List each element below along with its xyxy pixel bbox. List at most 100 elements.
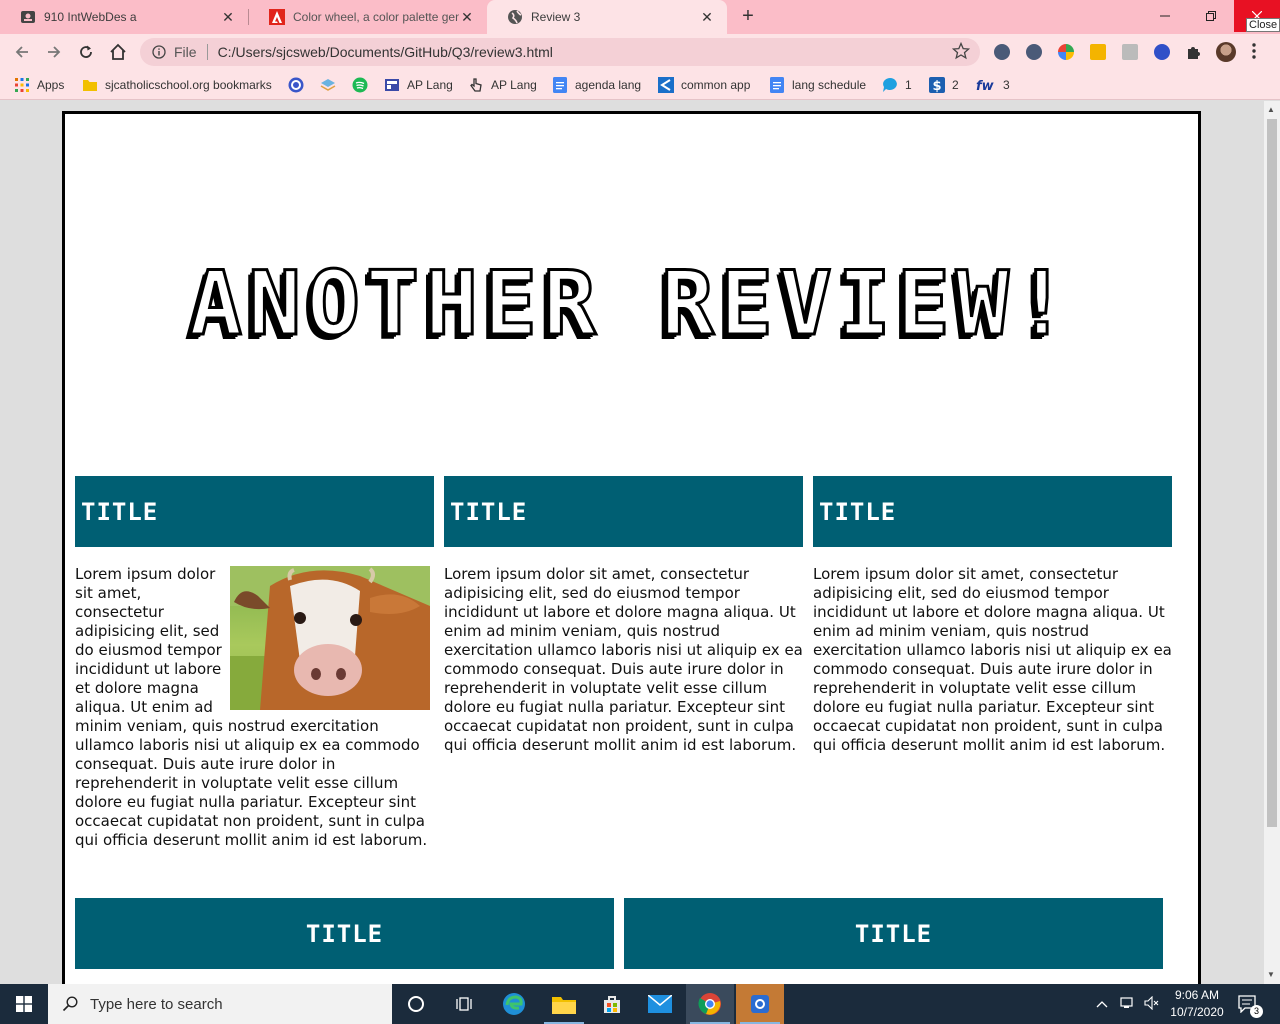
bookmark-common-app[interactable]: common app [658, 77, 750, 93]
clock-date: 10/7/2020 [1170, 1005, 1224, 1019]
task-view-button[interactable] [440, 984, 488, 1024]
system-tray [1096, 984, 1160, 1024]
bookmark-label: agenda lang [575, 78, 642, 92]
taskbar-chrome[interactable] [686, 984, 734, 1024]
chevron-up-icon[interactable] [1096, 997, 1108, 1011]
apps-grid-icon [14, 77, 30, 93]
url-text[interactable]: C:/Users/sjcsweb/Documents/GitHub/Q3/rev… [218, 44, 553, 60]
tab-strip: 910 IntWebDes a ✕ Color wheel, a color p… [0, 0, 1280, 34]
store-bag-icon [604, 996, 620, 1013]
forward-button[interactable] [42, 40, 66, 64]
shield-extension-icon[interactable] [994, 44, 1010, 60]
tab-review-3[interactable]: Review 3 ✕ [487, 0, 727, 34]
bookmark-label: 2 [952, 78, 959, 92]
close-tooltip: Close [1246, 18, 1280, 32]
bookmark-label: 1 [905, 78, 912, 92]
spotify-icon [352, 77, 368, 93]
bookmark-lang-schedule[interactable]: lang schedule [769, 77, 866, 93]
menu-kebab-icon[interactable] [1252, 43, 1256, 64]
puzzle-extensions-icon[interactable] [1186, 44, 1202, 60]
taskbar-store[interactable] [588, 984, 636, 1024]
bookmark-label: Apps [37, 78, 65, 92]
tab-title: Color wheel, a color palette gene [293, 10, 459, 24]
taskbar-mail[interactable] [636, 984, 684, 1024]
k-extension-icon[interactable] [1154, 44, 1170, 60]
taskbar-clock[interactable]: 9:06 AM 10/7/2020 [1162, 987, 1232, 1021]
scroll-up-arrow-icon[interactable]: ▲ [1267, 105, 1275, 114]
info-icon [152, 45, 166, 59]
close-tab-icon[interactable]: ✕ [699, 9, 715, 26]
folder-icon [82, 77, 98, 93]
grammar-extension-icon[interactable] [1058, 44, 1074, 60]
address-bar[interactable]: File C:/Users/sjcsweb/Documents/GitHub/Q… [140, 38, 980, 66]
taskbar-file-explorer[interactable] [540, 984, 588, 1024]
taskbar-search-box[interactable]: Type here to search [48, 984, 392, 1024]
home-icon [110, 43, 126, 60]
bottom-title-box-1: TITLE [75, 898, 614, 969]
bookmark-ap-lang-1[interactable]: AP Lang [384, 77, 453, 93]
vertical-scrollbar[interactable]: ▲ ▼ [1264, 101, 1280, 984]
cast-extension-icon[interactable] [1122, 44, 1138, 60]
close-tab-icon[interactable]: ✕ [220, 9, 236, 26]
bottom-title-box-2: TITLE [624, 898, 1163, 969]
start-button[interactable] [0, 984, 48, 1024]
bookmark-dollar[interactable]: $ 2 [929, 77, 959, 93]
pointer-icon [468, 77, 484, 93]
scroll-thumb[interactable] [1267, 119, 1277, 827]
restore-button[interactable] [1188, 0, 1234, 32]
windows-taskbar: Type here to search 9:06 AM 10/7/2020 3 [0, 984, 1280, 1024]
classroom-icon [384, 77, 400, 93]
tab-intwebdes[interactable]: 910 IntWebDes a ✕ [0, 0, 248, 34]
taskbar-edge[interactable] [490, 984, 538, 1024]
minimize-button[interactable] [1142, 0, 1188, 32]
bookmark-agenda-lang[interactable]: agenda lang [552, 77, 641, 93]
box-title: TITLE [305, 919, 384, 948]
chat-icon [882, 77, 898, 93]
bookmark-apps[interactable]: Apps [14, 77, 64, 93]
taskbar-remote-app[interactable] [736, 984, 784, 1024]
content-column-2: TITLE Lorem ipsum dolor sit amet, consec… [444, 476, 803, 755]
shield-extension-icon[interactable] [1026, 44, 1042, 60]
bookmark-chat[interactable]: 1 [882, 77, 912, 93]
network-icon[interactable] [1120, 996, 1136, 1013]
docs-icon [552, 77, 568, 93]
column-title-bar: TITLE [444, 476, 803, 547]
column-paragraph: Lorem ipsum dolor sit amet, consectetur … [813, 565, 1172, 754]
home-button[interactable] [106, 40, 130, 64]
search-icon [62, 996, 78, 1012]
bookmark-label: common app [681, 78, 751, 92]
bookmark-label: sjcatholicschool.org bookmarks [105, 78, 272, 92]
bookmark-star-icon[interactable] [951, 41, 971, 63]
column-body: Lorem ipsum dolor sit amet, consectetur … [444, 565, 803, 755]
volume-mute-icon[interactable] [1144, 995, 1160, 1013]
column-title: TITLE [819, 497, 897, 526]
hero-heading: ANOTHER REVIEW! [188, 251, 1074, 357]
globe-icon [507, 9, 523, 25]
notification-badge: 3 [1250, 1005, 1263, 1018]
content-column-3: TITLE Lorem ipsum dolor sit amet, consec… [813, 476, 1172, 755]
classroom-extension-icon[interactable] [1090, 44, 1106, 60]
layers-icon [320, 77, 336, 93]
close-tab-icon[interactable]: ✕ [459, 9, 475, 26]
reload-button[interactable] [74, 40, 98, 64]
bookmark-fw[interactable]: fw 3 [976, 77, 1010, 93]
column-paragraph: Lorem ipsum dolor sit amet, consectetur … [444, 565, 803, 754]
reload-icon [80, 45, 92, 58]
cortana-button[interactable] [392, 984, 440, 1024]
back-button[interactable] [10, 40, 34, 64]
bookmark-quizlet[interactable] [288, 77, 311, 93]
profile-avatar[interactable] [1216, 42, 1236, 62]
cortana-circle-icon [408, 996, 424, 1012]
bookmarks-bar: Apps sjcatholicschool.org bookmarks AP L… [0, 70, 1280, 100]
scheme-label: File [174, 44, 197, 60]
bookmark-label: AP Lang [491, 78, 537, 92]
new-tab-button[interactable]: + [736, 5, 760, 29]
bookmark-layers[interactable] [320, 77, 343, 93]
tab-color-wheel[interactable]: Color wheel, a color palette gene ✕ [249, 0, 487, 34]
content-column-1: TITLE Lorem ipsum dolor sit amet, consec… [75, 476, 434, 850]
bookmark-ap-lang-2[interactable]: AP Lang [468, 77, 537, 93]
bookmark-spotify[interactable] [352, 77, 375, 93]
bookmark-folder-sjcatholic[interactable]: sjcatholicschool.org bookmarks [82, 77, 272, 93]
cow-image [230, 566, 430, 710]
scroll-down-arrow-icon[interactable]: ▼ [1267, 970, 1275, 979]
